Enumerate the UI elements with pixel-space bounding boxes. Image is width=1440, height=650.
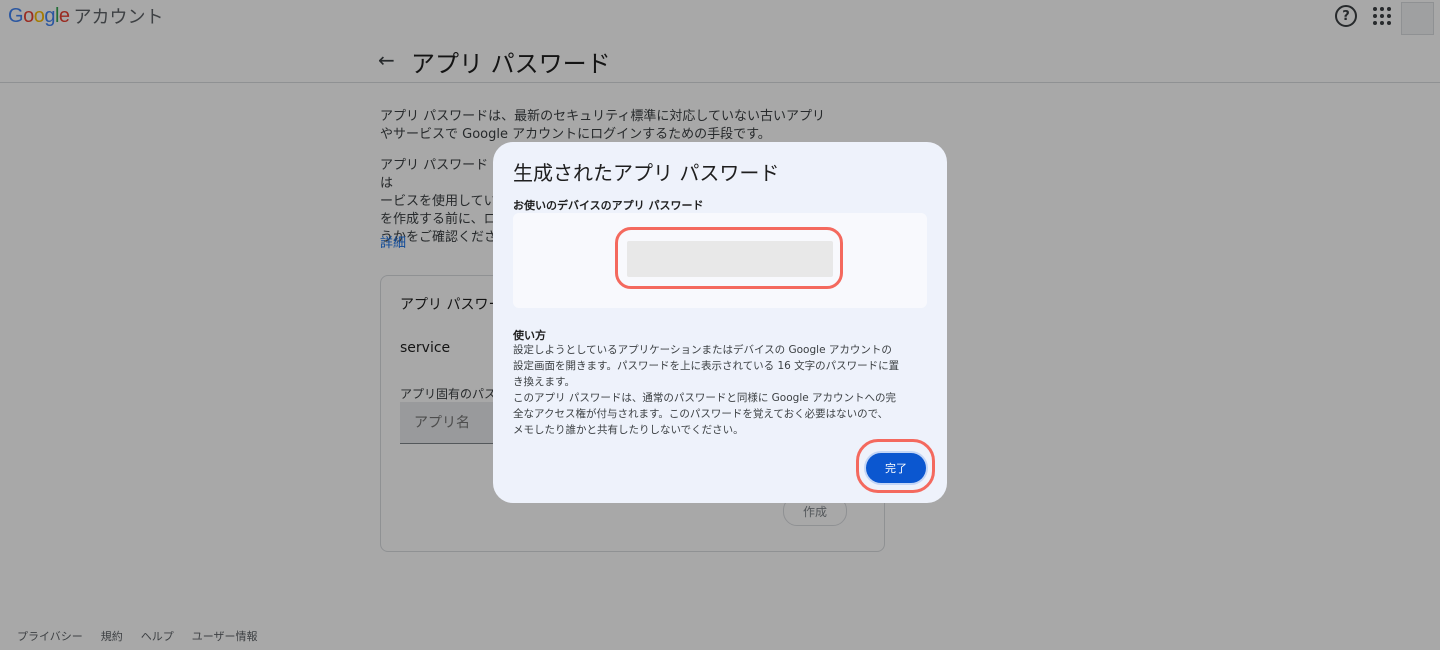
usage-line: 設定しようとしているアプリケーションまたはデバイスの Google アカウントの bbox=[513, 344, 892, 356]
done-button[interactable]: 完了 bbox=[866, 453, 926, 483]
usage-instructions: 設定しようとしているアプリケーションまたはデバイスの Google アカウントの… bbox=[513, 342, 923, 438]
usage-line: き換えます。 bbox=[513, 376, 575, 388]
generated-password-field[interactable] bbox=[627, 241, 833, 277]
usage-line: 全なアクセス権が付与されます。このパスワードを覚えておく必要はないので、 bbox=[513, 408, 889, 420]
dialog-title: 生成されたアプリ パスワード bbox=[513, 161, 780, 185]
generated-password-dialog: 生成されたアプリ パスワード お使いのデバイスのアプリ パスワード 使い方 設定… bbox=[493, 142, 947, 503]
usage-line: このアプリ パスワードは、通常のパスワードと同様に Google アカウントへの… bbox=[513, 392, 897, 404]
usage-line: メモしたり誰かと共有したりしないでください。 bbox=[513, 424, 744, 436]
password-label: お使いのデバイスのアプリ パスワード bbox=[513, 199, 704, 212]
usage-line: 設定画面を開きます。パスワードを上に表示されている 16 文字のパスワードに置 bbox=[513, 360, 900, 372]
usage-title: 使い方 bbox=[513, 329, 546, 342]
password-panel bbox=[513, 213, 927, 308]
